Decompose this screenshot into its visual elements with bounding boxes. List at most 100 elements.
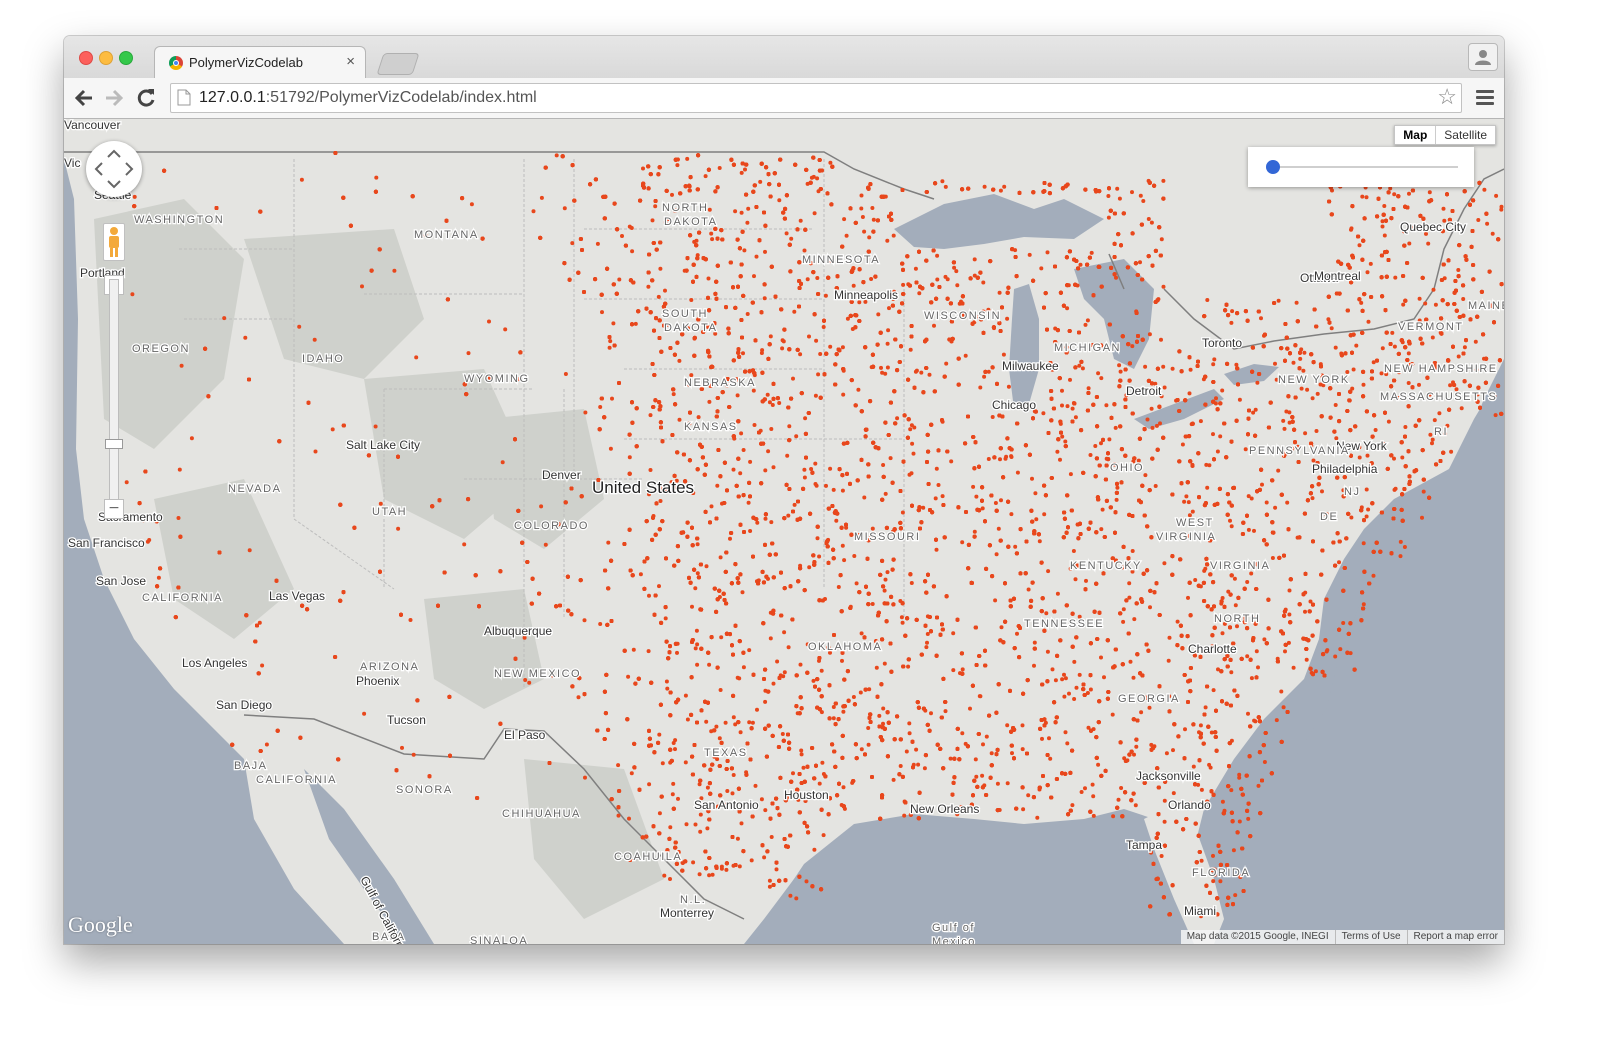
location-dot bbox=[1091, 794, 1096, 799]
back-arrow-icon[interactable] bbox=[72, 86, 96, 110]
minimize-window-button[interactable] bbox=[99, 51, 113, 65]
location-dot bbox=[527, 680, 532, 685]
location-dot bbox=[1351, 367, 1356, 372]
location-dot bbox=[1214, 396, 1218, 401]
location-dot bbox=[1115, 485, 1120, 490]
tab-polymervizcodelab[interactable]: PolymerVizCodelab × bbox=[154, 46, 366, 79]
location-dot bbox=[704, 719, 709, 724]
location-dot bbox=[1364, 195, 1369, 200]
location-dot bbox=[993, 501, 998, 505]
location-dot bbox=[1220, 596, 1225, 600]
location-dot bbox=[1060, 434, 1065, 439]
location-dot bbox=[693, 586, 698, 591]
location-dot bbox=[763, 808, 768, 813]
location-dot bbox=[1146, 217, 1151, 221]
location-dot bbox=[811, 678, 816, 683]
location-dot bbox=[1083, 322, 1088, 327]
location-dot bbox=[730, 791, 735, 796]
location-dot bbox=[1161, 364, 1166, 369]
location-dot bbox=[1361, 602, 1366, 607]
location-dot bbox=[1357, 455, 1362, 460]
location-dot bbox=[694, 628, 699, 633]
location-dot bbox=[719, 864, 724, 869]
location-dot bbox=[247, 548, 252, 553]
location-dot bbox=[895, 416, 900, 421]
url-path: :51792/PolymerVizCodelab/index.html bbox=[265, 89, 537, 106]
location-dot bbox=[767, 400, 772, 405]
location-dot bbox=[1132, 617, 1137, 622]
location-dot bbox=[952, 265, 957, 270]
location-dot bbox=[1229, 320, 1234, 325]
reload-icon[interactable] bbox=[134, 86, 158, 110]
close-tab-icon[interactable]: × bbox=[346, 53, 355, 70]
location-dot bbox=[929, 711, 933, 716]
location-dot bbox=[885, 341, 890, 346]
location-dot bbox=[815, 536, 820, 541]
location-dot bbox=[995, 781, 1000, 786]
location-dot bbox=[1193, 578, 1198, 582]
zoom-window-button[interactable] bbox=[119, 51, 133, 65]
bookmark-star-icon[interactable]: ☆ bbox=[1437, 86, 1457, 108]
location-dot bbox=[856, 387, 861, 392]
location-dot bbox=[802, 248, 807, 253]
location-dot bbox=[1130, 344, 1135, 349]
location-dot bbox=[1128, 659, 1133, 664]
location-dot bbox=[1252, 528, 1256, 533]
profile-button[interactable] bbox=[1468, 43, 1498, 71]
location-dot bbox=[1402, 545, 1407, 549]
location-dot bbox=[648, 413, 653, 418]
location-dot bbox=[1270, 556, 1275, 560]
location-dot bbox=[1026, 793, 1031, 798]
location-dot bbox=[831, 716, 836, 721]
location-dot bbox=[600, 310, 604, 315]
location-dot bbox=[698, 812, 703, 817]
forward-arrow-icon[interactable] bbox=[102, 86, 126, 110]
location-dot bbox=[841, 709, 846, 714]
location-dot bbox=[1083, 786, 1087, 791]
location-dot bbox=[1366, 319, 1371, 324]
location-dot bbox=[396, 526, 401, 531]
location-dot bbox=[802, 475, 807, 480]
location-dot bbox=[1211, 432, 1215, 437]
location-dot bbox=[1065, 306, 1070, 311]
location-dot bbox=[1354, 343, 1359, 348]
address-bar[interactable]: 127.0.0.1:51792/PolymerVizCodelab/index.… bbox=[170, 83, 1462, 113]
location-dot bbox=[411, 752, 416, 757]
new-tab-button[interactable] bbox=[376, 53, 420, 75]
location-dot bbox=[1310, 496, 1315, 501]
location-dot bbox=[362, 711, 367, 716]
location-dot bbox=[710, 872, 715, 877]
chrome-menu-icon[interactable] bbox=[1476, 90, 1494, 106]
location-dot bbox=[1276, 468, 1281, 473]
location-dot bbox=[1047, 736, 1051, 741]
location-dot bbox=[177, 467, 182, 472]
location-dot bbox=[914, 747, 919, 752]
location-dot bbox=[900, 620, 905, 625]
chrome-favicon-icon bbox=[169, 56, 183, 70]
location-dot bbox=[1262, 760, 1267, 764]
location-dot bbox=[264, 742, 269, 747]
location-dot bbox=[1039, 266, 1044, 271]
location-dot bbox=[807, 334, 811, 339]
location-dot bbox=[1180, 442, 1185, 447]
location-dot bbox=[1065, 404, 1070, 409]
close-window-button[interactable] bbox=[79, 51, 93, 65]
location-dot bbox=[1141, 199, 1146, 203]
location-dot bbox=[313, 449, 318, 454]
location-dot bbox=[768, 334, 773, 339]
location-dot bbox=[817, 554, 822, 559]
location-dot bbox=[606, 540, 611, 545]
location-dot bbox=[673, 738, 678, 743]
location-dot bbox=[888, 456, 893, 461]
location-dot bbox=[731, 467, 736, 472]
location-dot bbox=[1365, 270, 1370, 275]
location-dot bbox=[1134, 744, 1139, 749]
map-tiles: VancouverVicSeattleWASHINGTONPortlandORE… bbox=[64, 119, 1504, 944]
location-dot bbox=[576, 695, 581, 700]
url-text[interactable]: 127.0.0.1:51792/PolymerVizCodelab/index.… bbox=[199, 89, 537, 107]
location-dot bbox=[949, 459, 954, 464]
map-canvas[interactable]: VancouverVicSeattleWASHINGTONPortlandORE… bbox=[64, 119, 1504, 944]
location-dot bbox=[562, 206, 567, 211]
location-dot bbox=[583, 775, 587, 780]
location-dot bbox=[1207, 762, 1212, 767]
